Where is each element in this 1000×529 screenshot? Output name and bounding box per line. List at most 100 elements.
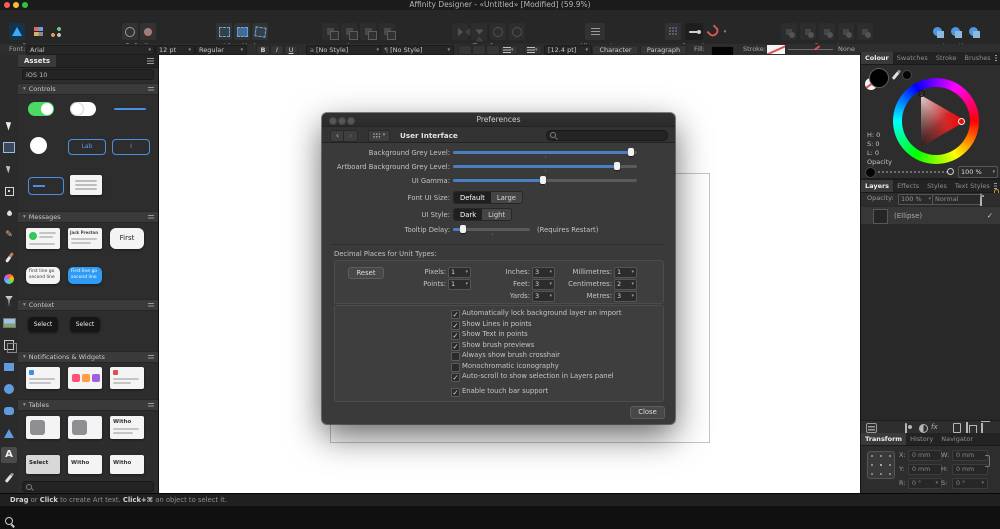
snapping-candidates-button[interactable] — [685, 23, 703, 40]
picked-colour-swatch[interactable] — [902, 70, 912, 80]
segment-large[interactable]: Large — [491, 192, 522, 203]
asset-message-notification[interactable] — [26, 228, 60, 249]
align-justify-dropdown[interactable] — [500, 45, 518, 55]
boolean-combine-button[interactable] — [857, 23, 873, 40]
yards-decimal-select[interactable]: 3▾ — [532, 291, 555, 302]
align-left-button[interactable] — [458, 45, 472, 55]
flip-vertical-button[interactable] — [471, 23, 487, 40]
tab-swatches[interactable]: Swatches — [893, 52, 932, 64]
stroke-swatch[interactable] — [767, 45, 785, 54]
font-weight-select[interactable]: Regular — [195, 45, 247, 55]
tooltip-delay-slider[interactable] — [453, 228, 530, 231]
checkbox-show-text-points[interactable]: ✓ — [451, 331, 460, 340]
artboard-tool[interactable] — [1, 139, 17, 155]
font-family-select[interactable]: Arial — [26, 45, 155, 55]
slider-thumb[interactable] — [540, 176, 546, 184]
asset-message-bubble-grey[interactable]: first line go second line — [26, 267, 60, 284]
inches-decimal-select[interactable]: 3▾ — [532, 267, 555, 278]
section-header-tables[interactable]: Tables — [18, 399, 158, 411]
section-header-notifications[interactable]: Notifications & Widgets — [18, 351, 158, 363]
rectangle-tool[interactable] — [1, 359, 17, 375]
section-menu-icon[interactable] — [148, 403, 154, 408]
asset-circle-control[interactable] — [30, 137, 47, 154]
layers-list-empty[interactable] — [861, 224, 1000, 420]
saturation-selector-icon[interactable] — [918, 90, 925, 97]
h-field[interactable]: 0 mm — [952, 464, 988, 475]
asset-category-select[interactable]: iOS 10 — [22, 69, 154, 80]
fill-colour-well[interactable] — [869, 68, 889, 88]
ellipse-tool[interactable] — [1, 381, 17, 397]
maximize-window-icon[interactable] — [22, 2, 28, 8]
asset-slider-track[interactable] — [114, 108, 146, 110]
opacity-slider[interactable] — [878, 171, 950, 173]
asset-message-bubble-first[interactable]: First — [110, 228, 144, 249]
asset-notification-card[interactable] — [26, 367, 60, 389]
tab-text-styles[interactable]: Text Styles — [951, 180, 994, 192]
flip-horizontal-button[interactable] — [452, 23, 468, 40]
asset-context-select[interactable]: Select — [28, 317, 58, 332]
anchor-point-selector[interactable] — [867, 451, 895, 479]
artboard-grey-slider[interactable] — [453, 165, 637, 168]
asset-table-image-cell[interactable] — [26, 416, 60, 439]
align-right-button[interactable] — [486, 45, 500, 55]
leading-options-dropdown[interactable] — [524, 45, 542, 55]
panel-menu-icon[interactable] — [995, 55, 997, 61]
triangle-tool[interactable] — [1, 425, 17, 441]
segment-default[interactable]: Default — [454, 192, 491, 203]
w-field[interactable]: 0 mm — [952, 450, 988, 461]
rotation-field[interactable]: 0 °▾ — [908, 478, 942, 489]
point-transform-tool[interactable] — [1, 183, 17, 199]
dialog-minimize-icon[interactable] — [338, 117, 346, 125]
rotate-cw-button[interactable] — [509, 23, 525, 40]
asset-toggle-off[interactable] — [70, 102, 96, 116]
font-size-select[interactable]: 12 pt — [155, 45, 195, 55]
move-to-back-button[interactable] — [379, 23, 395, 40]
move-to-front-button[interactable] — [322, 23, 338, 40]
boolean-subtract-button[interactable] — [800, 23, 816, 40]
checkbox-brush-previews[interactable]: ✓ — [451, 342, 460, 351]
slider-thumb[interactable] — [460, 225, 466, 233]
checkbox-show-lines-points[interactable]: ✓ — [451, 321, 460, 330]
vector-crop-tool[interactable] — [1, 337, 17, 353]
x-field[interactable]: 0 mm — [908, 450, 942, 461]
dialog-zoom-icon[interactable] — [347, 117, 355, 125]
asset-table-cell[interactable]: Witho — [110, 416, 144, 439]
feet-decimal-select[interactable]: 3▾ — [532, 279, 555, 290]
italic-button[interactable]: I — [270, 45, 284, 55]
revert-defaults-button[interactable] — [140, 23, 156, 40]
paragraph-style-select[interactable]: ¶[No Style] — [380, 45, 454, 55]
centimetres-decimal-select[interactable]: 2▾ — [614, 279, 637, 290]
assets-search-input[interactable] — [22, 481, 154, 492]
place-image-tool[interactable] — [1, 315, 17, 331]
blend-options-icon[interactable] — [866, 423, 877, 433]
asset-input-button[interactable]: I — [112, 139, 150, 155]
view-mode-vector-button[interactable] — [216, 23, 232, 40]
segment-dark[interactable]: Dark — [454, 209, 482, 220]
dialog-titlebar[interactable]: Preferences — [322, 113, 675, 127]
snapping-options-dropdown[interactable] — [721, 23, 729, 40]
hue-selector-icon[interactable] — [958, 118, 965, 125]
slider-thumb[interactable] — [628, 148, 634, 156]
section-menu-icon[interactable] — [148, 87, 154, 92]
tab-assets[interactable]: Assets — [18, 55, 56, 67]
opacity-slider-thumb[interactable] — [947, 168, 954, 175]
synchronise-defaults-button[interactable] — [122, 23, 138, 40]
forward-button[interactable]: › — [343, 130, 358, 142]
asset-message-preview[interactable]: Jack Preston — [68, 228, 102, 249]
section-menu-icon[interactable] — [148, 355, 154, 360]
character-panel-button[interactable]: Character — [592, 45, 639, 55]
move-backward-button[interactable] — [360, 23, 376, 40]
section-menu-icon[interactable] — [148, 215, 154, 220]
checkbox-monochromatic-iconography[interactable] — [451, 363, 460, 372]
move-forward-button[interactable] — [341, 23, 357, 40]
dialog-close-icon[interactable] — [329, 117, 337, 125]
section-header-controls[interactable]: Controls — [18, 83, 158, 95]
millimetres-decimal-select[interactable]: 1▾ — [614, 267, 637, 278]
opacity-value-select[interactable]: 100 %▾ — [958, 166, 998, 178]
slider-thumb[interactable] — [614, 162, 620, 170]
character-style-select[interactable]: a[No Style] — [306, 45, 383, 55]
boolean-intersect-button[interactable] — [819, 23, 835, 40]
segment-light[interactable]: Light — [482, 209, 511, 220]
layer-thumbnail[interactable] — [873, 209, 888, 224]
fill-swatch[interactable] — [711, 46, 734, 56]
